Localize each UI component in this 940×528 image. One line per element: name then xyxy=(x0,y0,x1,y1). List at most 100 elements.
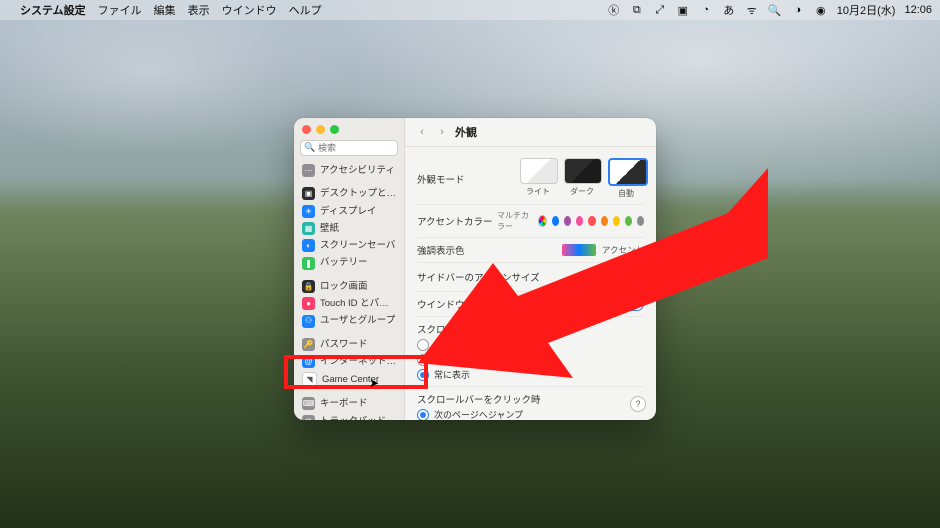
menubar: システム設定 ファイル 編集 表示 ウインドウ ヘルプ ⓚ ⧉ ⤢ ▣ ◔ あ … xyxy=(0,0,940,20)
label-appearance-mode: 外観モード xyxy=(417,172,497,186)
accent-yellow[interactable] xyxy=(613,216,620,226)
radio-label: 常に表示 xyxy=(434,368,470,381)
appearance-option-auto[interactable]: 自動 xyxy=(608,158,644,199)
sidebar-item[interactable]: ● Touch ID とパスワード xyxy=(294,295,404,312)
sidebar-item-label: トラックパッド xyxy=(320,415,398,420)
sidebar-item-label: スクリーンセーバ xyxy=(320,239,398,252)
row-appearance-mode: 外観モード ライト ダーク 自動 xyxy=(417,153,644,205)
radio-option[interactable]: マウスに基づいて表示 xyxy=(417,338,644,351)
row-sidebar-icon-size: サイドバーのアイコンサイズ 中 ⌄ xyxy=(417,263,644,292)
menubar-time[interactable]: 12:06 xyxy=(904,4,932,16)
sidebar-item[interactable]: ⋯アクセシビリティ xyxy=(294,162,404,179)
status-expand-icon[interactable]: ⤢ xyxy=(653,3,667,17)
highlight-value: アクセント xyxy=(602,244,644,256)
help-button[interactable]: ? xyxy=(630,396,646,412)
radio-dot xyxy=(417,369,429,381)
status-control-center-icon[interactable]: ◑ xyxy=(791,3,805,17)
desktop: システム設定 ファイル 編集 表示 ウインドウ ヘルプ ⓚ ⧉ ⤢ ▣ ◔ あ … xyxy=(0,0,940,528)
sidebar-item[interactable]: ❚ バッテリー xyxy=(294,254,404,271)
row-scrollbar-click: スクロールバーをクリック時 次のページへジャンプ xyxy=(417,387,644,420)
menubar-date[interactable]: 10月2日(水) xyxy=(837,2,896,18)
minimize-button[interactable] xyxy=(316,125,325,134)
label-sidebar-icon-size: サイドバーのアイコンサイズ xyxy=(417,270,540,284)
accent-pink[interactable] xyxy=(576,216,583,226)
sidebar-item[interactable]: @インターネットアカウント xyxy=(294,353,404,370)
sidebar-item-label: バッテリー xyxy=(320,256,398,269)
radio-option[interactable]: スクロール時に表示 xyxy=(417,353,644,366)
menu-help[interactable]: ヘルプ xyxy=(289,2,322,18)
status-ime-icon[interactable]: あ xyxy=(722,3,736,17)
accent-multicolor-label: マルチカラー xyxy=(497,210,531,232)
sidebar-item[interactable]: ◐ スクリーンセーバ xyxy=(294,237,404,254)
row-scrollbar-show: スクロールバーを表示 マウスに基づいて表示スクロール時に表示常に表示 xyxy=(417,317,644,387)
row-wallpaper-tint: ウインドウで壁紙の色合い調整を許可 xyxy=(417,292,644,317)
sidebar-item[interactable]: 🔒ロック画面 xyxy=(294,278,404,295)
search-field[interactable]: 🔍 xyxy=(300,140,398,156)
appearance-option-dark[interactable]: ダーク xyxy=(564,158,600,199)
sidebar-item[interactable]: ⊟トラックパッド xyxy=(294,413,404,420)
radio-label: スクロール時に表示 xyxy=(434,353,515,366)
sidebar-item[interactable]: ▣デスクトップとDock xyxy=(294,185,404,202)
accent-green[interactable] xyxy=(625,216,632,226)
accent-purple[interactable] xyxy=(564,216,571,226)
radio-option[interactable]: 次のページへジャンプ xyxy=(417,408,644,420)
radio-dot xyxy=(417,354,429,366)
sidebar-item[interactable]: ⚇ ユーザとグループ xyxy=(294,312,404,329)
status-siri-icon[interactable]: ◉ xyxy=(814,3,828,17)
sidebar-icon-size-select[interactable]: 中 ⌄ xyxy=(614,268,644,286)
search-icon: 🔍 xyxy=(304,142,315,153)
label-scrollbar-show: スクロールバーを表示 xyxy=(417,322,512,336)
close-button[interactable] xyxy=(302,125,311,134)
appearance-option-light[interactable]: ライト xyxy=(520,158,556,199)
radio-option[interactable]: 常に表示 xyxy=(417,368,644,381)
sidebar-item[interactable]: ☀ディスプレイ xyxy=(294,203,404,220)
wallpaper-tint-toggle[interactable] xyxy=(620,297,644,311)
sidebar-item-icon: ◐ xyxy=(302,239,315,252)
status-icon[interactable]: ⓚ xyxy=(607,3,621,17)
sidebar-item-icon: ● xyxy=(302,297,315,310)
sidebar-list: ⋯アクセシビリティ ▣デスクトップとDock☀ディスプレイ▦壁紙 ◐ スクリーンセーバ… xyxy=(294,160,404,420)
accent-multicolor[interactable] xyxy=(538,215,547,227)
menu-edit[interactable]: 編集 xyxy=(154,2,176,18)
nav-back-button[interactable]: ‹ xyxy=(415,125,429,139)
highlight-swatch xyxy=(562,244,596,256)
menu-window[interactable]: ウインドウ xyxy=(222,2,277,18)
accent-red[interactable] xyxy=(588,216,595,226)
status-search-icon[interactable]: 🔍 xyxy=(768,3,782,17)
status-icon[interactable]: ⧉ xyxy=(630,3,644,17)
label-accent-color: アクセントカラー xyxy=(417,214,497,228)
sidebar: 🔍 ⋯アクセシビリティ ▣デスクトップとDock☀ディスプレイ▦壁紙 ◐ スクリーンセ… xyxy=(294,118,405,420)
sidebar-item-label: ユーザとグループ xyxy=(320,314,398,327)
sidebar-item-label: インターネットアカウント xyxy=(320,355,398,368)
sidebar-item[interactable]: 🔑パスワード xyxy=(294,336,404,353)
content-pane: ‹ › 外観 外観モード ライト ダーク 自動 xyxy=(405,118,656,420)
nav-forward-button[interactable]: › xyxy=(435,125,449,139)
accent-grey[interactable] xyxy=(637,216,644,226)
radio-dot xyxy=(417,339,429,351)
status-screenshot-icon[interactable]: ▣ xyxy=(676,3,690,17)
app-name[interactable]: システム設定 xyxy=(20,2,86,18)
sidebar-item-icon: ⚇ xyxy=(302,315,315,328)
accent-orange[interactable] xyxy=(601,216,608,226)
sidebar-item-label: キーボード xyxy=(320,397,398,410)
sidebar-item-icon: 🔒 xyxy=(302,280,315,293)
sidebar-item-label: Touch ID とパスワード xyxy=(320,297,398,310)
zoom-button[interactable] xyxy=(330,125,339,134)
accent-swatches: マルチカラー xyxy=(497,210,644,232)
sidebar-item-icon: ❚ xyxy=(302,257,315,270)
sidebar-item[interactable]: ⌨ キーボード xyxy=(294,395,404,412)
sidebar-item-label: Game Center xyxy=(322,373,398,386)
sidebar-item-icon: ⌨ xyxy=(302,397,315,410)
appearance-thumbs: ライト ダーク 自動 xyxy=(520,158,644,199)
sidebar-item[interactable]: ▦壁紙 xyxy=(294,220,404,237)
status-wifi-icon[interactable]: ᯤ xyxy=(745,3,759,17)
label-highlight-color: 強調表示色 xyxy=(417,243,497,257)
status-user-icon[interactable]: ◔ xyxy=(699,3,713,17)
sidebar-item[interactable]: ◥Game Center xyxy=(294,370,404,389)
sidebar-item-icon: 🔑 xyxy=(302,338,315,351)
menu-view[interactable]: 表示 xyxy=(188,2,210,18)
chevron-down-icon: ⌄ xyxy=(632,273,639,282)
menu-file[interactable]: ファイル xyxy=(98,2,142,18)
accent-blue[interactable] xyxy=(552,216,559,226)
scrollbar-click-radios: 次のページへジャンプ xyxy=(417,408,644,420)
